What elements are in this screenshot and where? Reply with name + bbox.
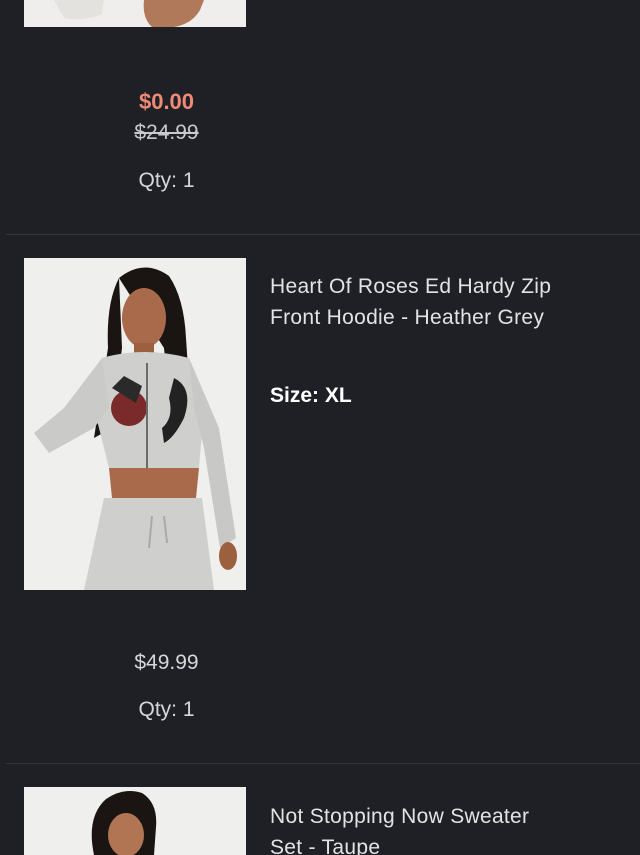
price: $49.99: [134, 651, 199, 674]
item-divider: [6, 234, 640, 235]
product-title[interactable]: Heart Of Roses Ed Hardy Zip Front Hoodie…: [270, 271, 560, 333]
size-label: Size:: [270, 384, 320, 407]
product-title[interactable]: Not Stopping Now Sweater Set - Taupe: [270, 801, 560, 855]
product-image-3[interactable]: [24, 787, 246, 855]
quantity: Qty: 1: [138, 169, 195, 192]
quantity: Qty: 1: [138, 698, 195, 721]
original-price: $24.99: [134, 121, 199, 144]
product-image-2[interactable]: [24, 258, 246, 590]
item-divider: [6, 763, 640, 764]
product-image-1[interactable]: [24, 0, 246, 27]
size-row: Size: XL: [270, 384, 352, 408]
cart-page: $0.00 $24.99 Qty: 1 Heart Of Roses Ed Ha…: [0, 0, 640, 855]
sale-price: $0.00: [138, 89, 195, 114]
size-value: XL: [324, 384, 352, 407]
